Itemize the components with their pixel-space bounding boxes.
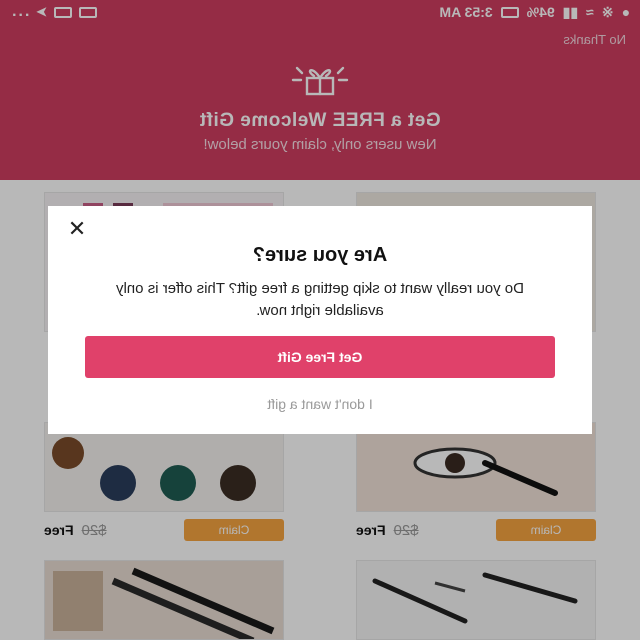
close-icon[interactable]: ✕ <box>66 216 88 241</box>
decline-gift-link[interactable]: I don't want a gift <box>48 396 592 412</box>
confirm-dialog: ✕ Are you sure? Do you really want to sk… <box>48 206 592 434</box>
dialog-message: Do you really want to skip getting a fre… <box>116 280 524 319</box>
dialog-title: Are you sure? <box>252 244 388 266</box>
app-screen: ● ※ ≈ ▮▮ 94% 3:53 AM ➤ ... No Thanks Get… <box>0 0 640 640</box>
get-free-gift-button[interactable]: Get Free Gift <box>85 336 555 378</box>
